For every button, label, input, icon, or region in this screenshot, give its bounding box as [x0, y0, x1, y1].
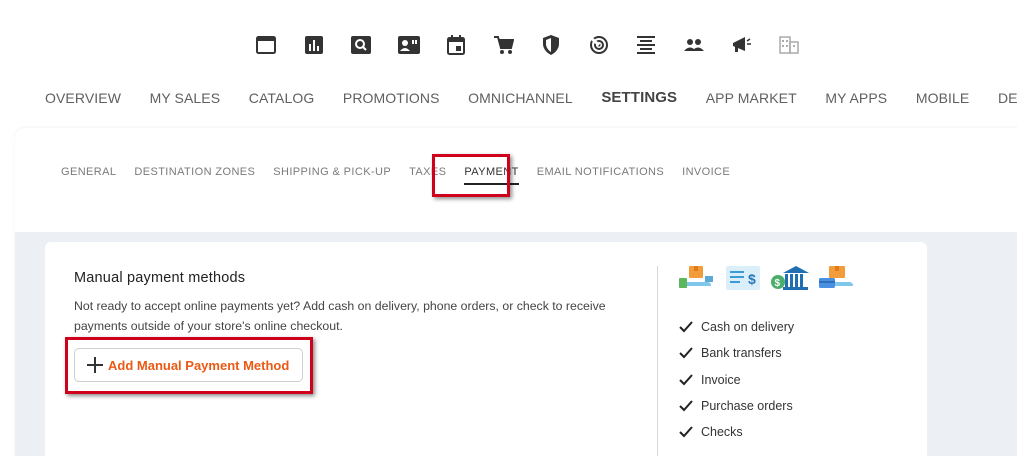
svg-text:$: $ — [775, 278, 781, 289]
tab-shipping-pickup[interactable]: SHIPPING & PICK-UP — [273, 166, 391, 185]
nav-my-sales[interactable]: MY SALES — [150, 90, 221, 106]
checkmark-icon — [679, 400, 693, 412]
payment-features-list: Cash on delivery Bank transfers Invoice … — [679, 314, 794, 445]
list-item: Invoice — [679, 367, 794, 393]
nav-promotions[interactable]: PROMOTIONS — [343, 90, 440, 106]
cart-icon[interactable] — [492, 33, 516, 57]
add-button-label: Add Manual Payment Method — [108, 357, 290, 373]
feature-label: Bank transfers — [701, 346, 782, 361]
checkmark-icon — [679, 374, 693, 386]
megaphone-icon[interactable] — [729, 33, 753, 57]
nav-design[interactable]: DESIGN — [998, 90, 1017, 106]
feature-label: Invoice — [701, 372, 741, 387]
top-icon-bar — [254, 33, 824, 57]
nav-catalog[interactable]: CATALOG — [249, 90, 315, 106]
building-icon[interactable] — [777, 33, 801, 57]
nav-omnichannel[interactable]: OMNICHANNEL — [468, 90, 573, 106]
card-transfer-icon — [819, 266, 853, 288]
plus-icon — [87, 357, 103, 373]
tab-invoice[interactable]: INVOICE — [682, 166, 730, 185]
radar-icon[interactable] — [587, 33, 611, 57]
tab-destination-zones[interactable]: DESTINATION ZONES — [134, 166, 255, 185]
tab-general[interactable]: GENERAL — [61, 166, 116, 185]
list-item: Bank transfers — [679, 340, 794, 366]
checkmark-icon — [679, 347, 693, 359]
feature-label: Checks — [701, 425, 743, 440]
nav-my-apps[interactable]: MY APPS — [825, 90, 887, 106]
settings-tabs-bar: GENERAL DESTINATION ZONES SHIPPING & PIC… — [15, 128, 1017, 232]
invoice-dollar-icon: $ — [726, 266, 760, 290]
checkmark-icon — [679, 426, 693, 438]
nav-overview[interactable]: OVERVIEW — [45, 90, 121, 106]
list-item: Checks — [679, 419, 794, 445]
checkmark-icon — [679, 321, 693, 333]
add-manual-payment-button[interactable]: Add Manual Payment Method — [74, 348, 303, 382]
feature-label: Cash on delivery — [701, 320, 795, 335]
list-item: Cash on delivery — [679, 314, 794, 340]
align-icon[interactable] — [634, 33, 658, 57]
nav-settings[interactable]: SETTINGS — [601, 89, 677, 106]
cash-delivery-icon — [679, 266, 713, 288]
feature-label: Purchase orders — [701, 399, 793, 414]
store-control-panel: OVERVIEW MY SALES CATALOG PROMOTIONS OMN… — [0, 0, 1017, 456]
tab-taxes[interactable]: TAXES — [409, 166, 446, 185]
bank-icon: $ — [771, 266, 809, 290]
vertical-divider — [657, 266, 658, 456]
people-icon[interactable] — [682, 33, 706, 57]
main-nav: OVERVIEW MY SALES CATALOG PROMOTIONS OMN… — [45, 89, 1017, 106]
settings-tabs: GENERAL DESTINATION ZONES SHIPPING & PIC… — [61, 166, 748, 185]
card-title: Manual payment methods — [74, 270, 246, 286]
svg-text:$: $ — [748, 271, 756, 287]
sales-chart-icon[interactable] — [302, 33, 326, 57]
nav-app-market[interactable]: APP MARKET — [706, 90, 797, 106]
reviews-icon[interactable] — [397, 33, 421, 57]
overview-icon[interactable] — [254, 33, 278, 57]
catalog-search-icon[interactable] — [349, 33, 373, 57]
manual-payment-card: Manual payment methods Not ready to acce… — [45, 242, 927, 456]
payment-illustrations: $ $ — [677, 264, 861, 292]
tab-payment[interactable]: PAYMENT — [464, 166, 519, 185]
nav-mobile[interactable]: MOBILE — [916, 90, 970, 106]
tab-email-notifications[interactable]: EMAIL NOTIFICATIONS — [537, 166, 664, 185]
shield-icon[interactable] — [539, 33, 563, 57]
card-description: Not ready to accept online payments yet?… — [74, 299, 606, 333]
list-item: Purchase orders — [679, 393, 794, 419]
calendar-icon[interactable] — [444, 33, 468, 57]
